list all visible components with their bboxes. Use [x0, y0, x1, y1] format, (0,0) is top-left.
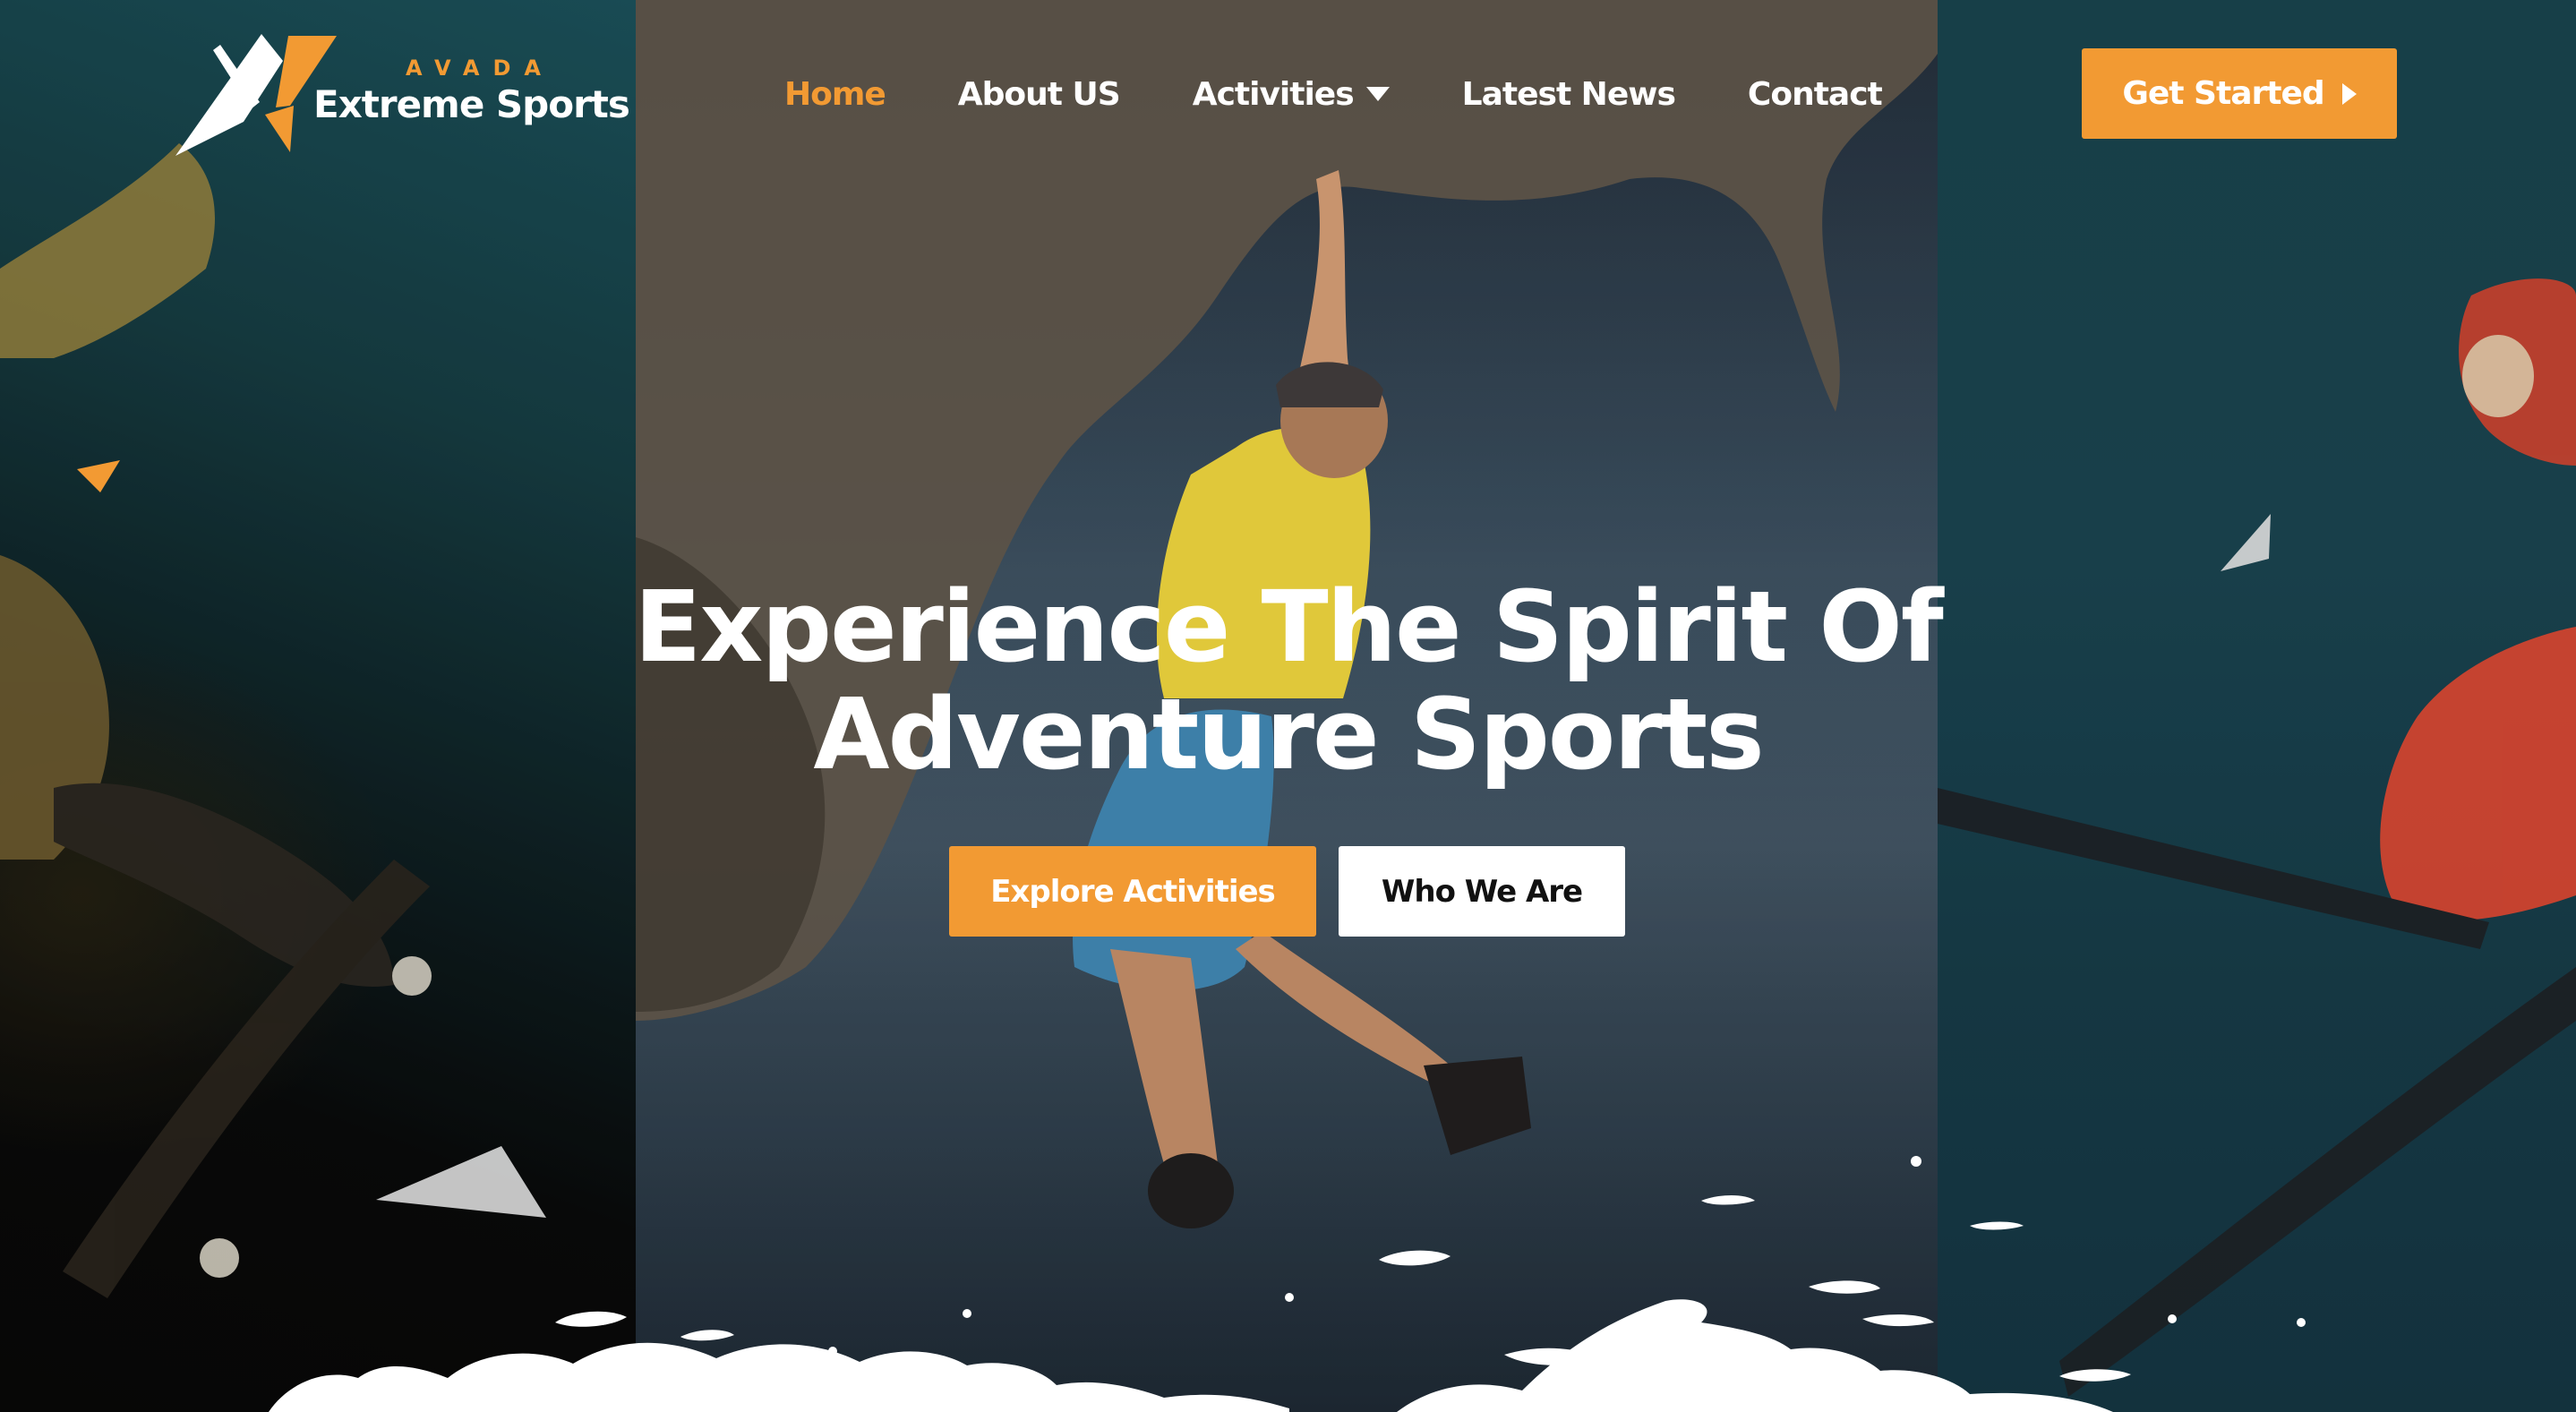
nav-item-activities[interactable]: Activities: [1193, 76, 1390, 113]
who-we-are-button[interactable]: Who We Are: [1339, 846, 1625, 937]
nav-item-about-us[interactable]: About US: [958, 76, 1121, 113]
brand-name: Extreme Sports: [313, 82, 630, 126]
nav-item-contact[interactable]: Contact: [1748, 76, 1883, 113]
get-started-button[interactable]: Get Started: [2082, 48, 2397, 139]
page: AVADA Extreme Sports Home About US Activ…: [0, 0, 2576, 1412]
explore-activities-button[interactable]: Explore Activities: [949, 846, 1316, 937]
brand-logo[interactable]: AVADA Extreme Sports: [175, 34, 630, 159]
nav-item-latest-news[interactable]: Latest News: [1462, 76, 1676, 113]
hero-button-group: Explore Activities Who We Are: [949, 846, 1625, 937]
caret-down-icon: [1365, 87, 1390, 101]
orange-triangle-decor: [77, 460, 120, 492]
white-triangle-decor-right: [2221, 514, 2271, 571]
get-started-label: Get Started: [2122, 75, 2324, 112]
brand-tagline: AVADA: [406, 56, 554, 81]
caret-right-icon: [2341, 82, 2357, 105]
hero-title-line-2: Adventure Sports: [813, 677, 1764, 792]
splash-divider-graphic: [269, 1156, 2306, 1412]
main-navigation: Home About US Activities Latest News Con…: [784, 72, 1883, 116]
hero-title-line-1: Experience The Spirit Of: [634, 569, 1944, 684]
nav-item-home[interactable]: Home: [784, 76, 886, 113]
skateboarder-figure: [0, 143, 432, 1298]
nav-item-activities-label: Activities: [1192, 75, 1355, 113]
hero-title: Experience The Spirit Of Adventure Sport…: [627, 573, 1949, 788]
